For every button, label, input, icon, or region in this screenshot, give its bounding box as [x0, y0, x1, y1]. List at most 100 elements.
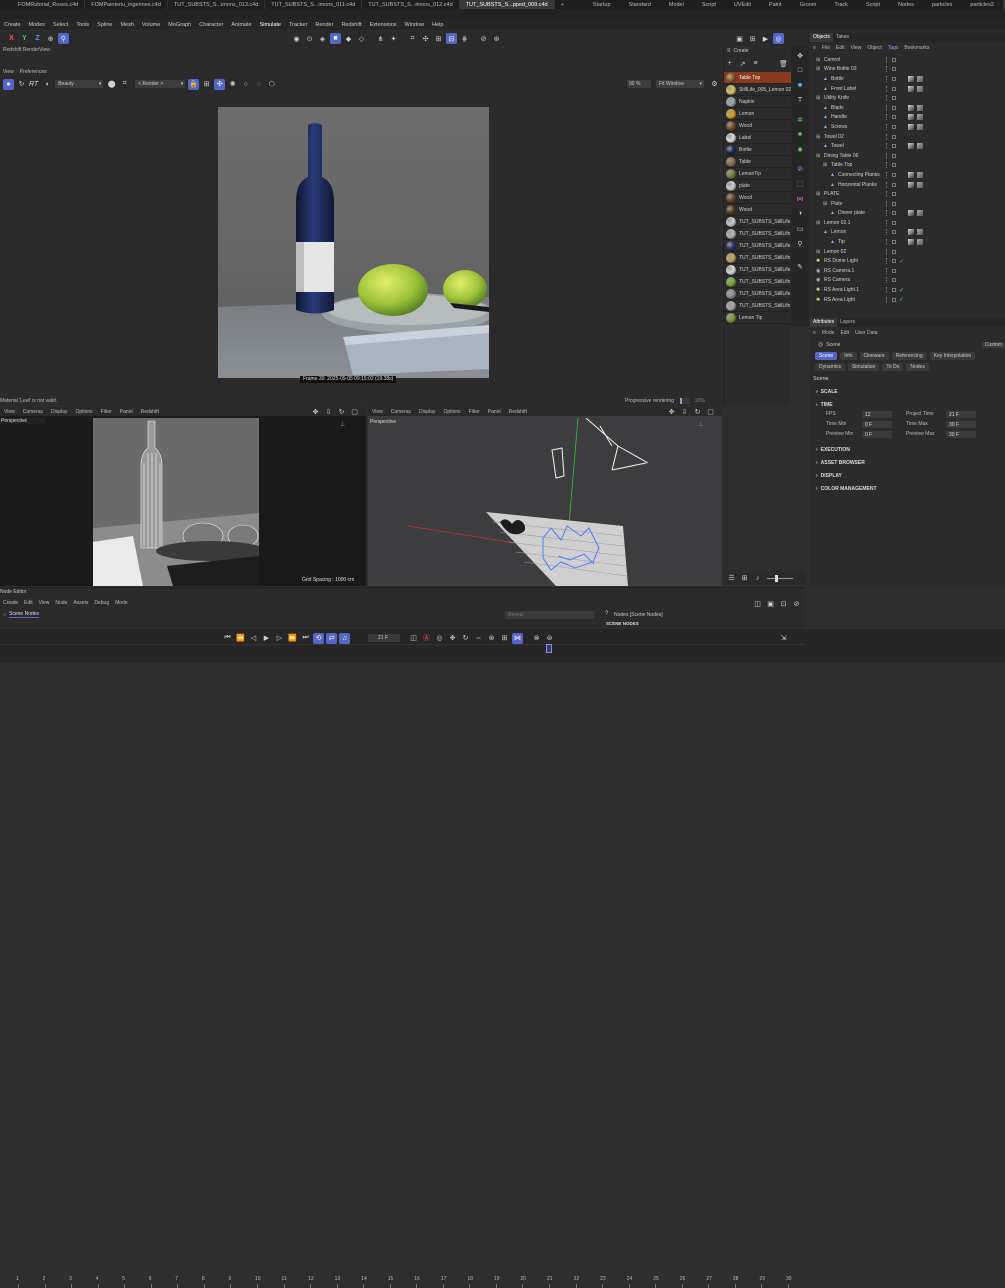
object-item[interactable]: ⊞ Camrol — [810, 55, 1005, 65]
visibility-dots[interactable] — [886, 95, 889, 102]
visibility-dots[interactable] — [886, 200, 889, 207]
material-item[interactable]: TUT_SUBSTS_StillLife — [724, 276, 791, 288]
current-frame-field[interactable]: 21 F — [368, 634, 400, 642]
object-menu-item[interactable]: View — [848, 45, 865, 51]
axis-y-button[interactable]: Y — [19, 33, 30, 44]
custom-dropdown[interactable]: Custom — [981, 341, 1005, 348]
snap-icon[interactable]: ⚲ — [58, 33, 69, 44]
visibility-dots[interactable] — [886, 162, 889, 169]
object-item[interactable]: ⊞ Wine Bottle 03 — [810, 65, 1005, 75]
menu-item[interactable]: Tracker — [285, 22, 311, 28]
rt-toggle[interactable]: RT — [29, 81, 38, 88]
help-icon[interactable]: ? — [605, 611, 608, 617]
node-editor-menu-item[interactable]: Mode — [112, 600, 131, 606]
layer-check[interactable] — [892, 278, 896, 283]
tweak-icon[interactable]: ✦ — [388, 33, 399, 44]
field-input[interactable]: 0 F — [862, 421, 892, 428]
material-item[interactable]: Lemon Tip — [724, 312, 791, 324]
object-item[interactable]: ⊞ Towel 02 — [810, 132, 1005, 142]
record-icon[interactable]: Ⓐ — [421, 633, 432, 644]
visibility-dots[interactable] — [886, 104, 889, 111]
material-item[interactable]: Label — [724, 132, 791, 144]
node-editor-menu-item[interactable]: Create — [0, 600, 21, 606]
attribute-subtab[interactable]: Nodes — [906, 363, 929, 371]
layer-check[interactable] — [892, 124, 896, 129]
visibility-dots[interactable] — [886, 191, 889, 198]
axis-x-button[interactable]: X — [6, 33, 17, 44]
next-key-icon[interactable]: ⏩ — [287, 633, 298, 644]
field-input[interactable]: 0 F — [862, 431, 892, 438]
file-tab[interactable]: TUT_SUBSTS_S...imons_012.c4d — [362, 0, 460, 9]
layout-tab[interactable]: Startup — [584, 0, 620, 9]
attribute-group[interactable]: › COLOR MANAGEMENT — [816, 482, 1001, 495]
playback-icon[interactable]: ▶ — [760, 33, 771, 44]
layer-check[interactable] — [892, 297, 896, 302]
visibility-dots[interactable] — [886, 152, 889, 159]
material-item[interactable]: Napkin — [724, 96, 791, 108]
attribute-menu-item[interactable]: User Data — [852, 330, 881, 336]
material-tag-icon[interactable] — [908, 171, 914, 178]
file-tab[interactable]: TUT_SUBSTS_S...pped_009.c4d — [459, 0, 555, 9]
snap-settings-icon[interactable]: ✣ — [420, 33, 431, 44]
object-item[interactable]: ▲ Horizontal Planks — [810, 180, 1005, 190]
viewport-menu-item[interactable]: View — [368, 409, 387, 415]
viewport-left[interactable]: View Cameras Display Options Filter Panel Reds… — [0, 407, 366, 586]
layer-check[interactable] — [892, 182, 896, 187]
material-tag-icon[interactable] — [908, 181, 914, 188]
layer-check[interactable] — [892, 240, 896, 245]
render-settings-icon[interactable]: ⊛ — [491, 33, 502, 44]
attribute-group[interactable]: › ASSET BROWSER — [816, 456, 1001, 469]
object-item[interactable]: ◉ RS Camera — [810, 276, 1005, 286]
attribute-group[interactable]: › SCALE — [816, 385, 1001, 398]
prev-frame-icon[interactable]: ◁ — [248, 633, 259, 644]
field-input[interactable]: 12 — [862, 411, 892, 418]
visibility-dots[interactable] — [886, 56, 889, 63]
add-material-icon[interactable]: + — [724, 58, 735, 69]
layer-check[interactable] — [892, 201, 896, 206]
object-menu-item[interactable]: Tags — [885, 45, 902, 51]
key-param-icon[interactable]: ⊛ — [486, 633, 497, 644]
phong-tag-icon[interactable] — [917, 114, 923, 121]
layer-check[interactable] — [892, 268, 896, 273]
menu-item[interactable]: Mesh — [116, 22, 137, 28]
viewport-menu-item[interactable]: Display — [47, 409, 71, 415]
layout-tab[interactable]: particles2 — [961, 0, 1003, 9]
list-view-icon[interactable]: ≡ — [750, 58, 761, 69]
material-tag-icon[interactable] — [908, 104, 914, 111]
renderview-menu-item[interactable]: Preferences — [17, 69, 50, 75]
object-item[interactable]: ▲ Connecting Planks — [810, 170, 1005, 180]
layer-check[interactable] — [892, 211, 896, 216]
layout-tab[interactable]: Paint — [760, 0, 791, 9]
zoom-value[interactable]: 90 % — [627, 80, 651, 88]
menu-item[interactable]: Character — [195, 22, 227, 28]
object-item[interactable]: ⊞ Lemon 02 — [810, 247, 1005, 257]
key-scale-icon[interactable]: ⇔ — [473, 633, 484, 644]
axis-mode-icon[interactable]: ⋔ — [375, 33, 386, 44]
primitive-cube-icon[interactable]: ■ — [795, 80, 806, 91]
phong-tag-icon[interactable] — [917, 85, 923, 92]
object-item[interactable]: ✺ RS Area Light.1 ✓ — [810, 285, 1005, 295]
layer-check[interactable] — [892, 144, 896, 149]
node-search-input[interactable] — [505, 611, 595, 619]
material-create-menu[interactable]: Create — [734, 48, 749, 54]
attribute-subtab[interactable]: Key Interpolation — [929, 352, 976, 360]
object-item[interactable]: ⊞ Dining Table 06 — [810, 151, 1005, 161]
rotate-icon[interactable]: ↻ — [692, 406, 703, 417]
spline-pen-icon[interactable]: ⊘ — [795, 163, 806, 174]
maximize-icon[interactable]: ▢ — [705, 406, 716, 417]
new-tab-button[interactable]: + — [555, 0, 570, 9]
viewport-menu-item[interactable]: View — [0, 409, 19, 415]
fit-select[interactable]: Fit Window ▾ — [656, 80, 704, 88]
layout-icon[interactable]: ▣ — [734, 33, 745, 44]
layout-tab[interactable]: UVEdit — [725, 0, 760, 9]
uv-mode-icon[interactable]: ◇ — [356, 33, 367, 44]
visibility-dots[interactable] — [886, 143, 889, 150]
zoom-slider[interactable] — [767, 574, 793, 582]
object-item[interactable]: ▲ Handle — [810, 113, 1005, 123]
start-render-icon[interactable]: ● — [3, 78, 14, 90]
node-editor-menu-item[interactable]: Node — [52, 600, 70, 606]
edit-material-icon[interactable]: ↗ — [737, 58, 748, 69]
menu-item[interactable]: MoGraph — [164, 22, 195, 28]
object-tab[interactable]: Takes — [833, 33, 852, 42]
delete-material-icon[interactable]: 🗑 — [778, 58, 789, 69]
